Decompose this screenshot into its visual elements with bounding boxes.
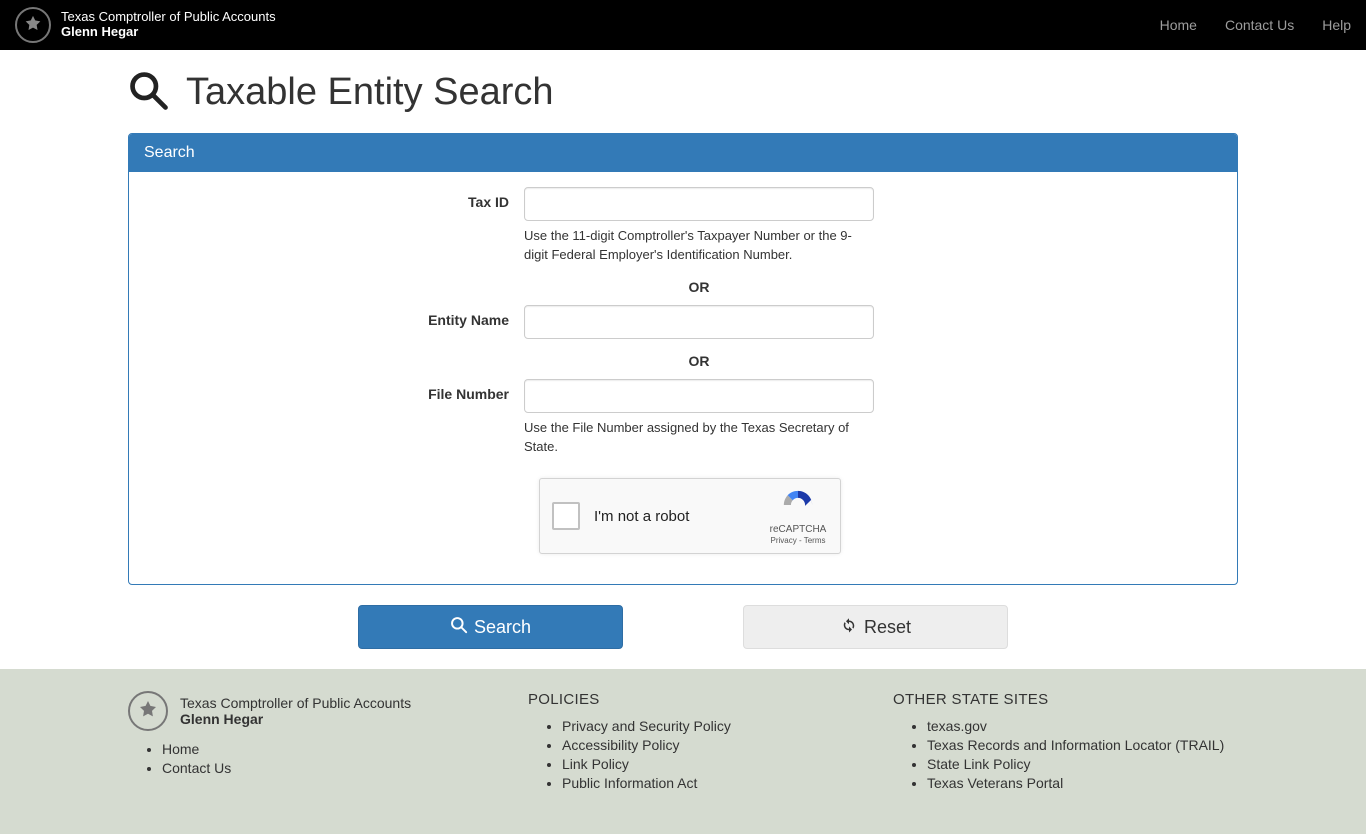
state-seal-icon — [15, 7, 51, 43]
nav-links: Home Contact Us Help — [1160, 17, 1351, 33]
nav-contact[interactable]: Contact Us — [1225, 17, 1294, 33]
nav-help[interactable]: Help — [1322, 17, 1351, 33]
official-name: Glenn Hegar — [61, 25, 276, 40]
button-row: Search Reset — [128, 605, 1238, 649]
page-title-row: Taxable Entity Search — [128, 50, 1238, 133]
label-entity-name: Entity Name — [144, 305, 524, 328]
reset-button-label: Reset — [864, 617, 911, 638]
brand[interactable]: Texas Comptroller of Public Accounts Gle… — [15, 7, 276, 43]
panel-body: Tax ID Use the 11-digit Comptroller's Ta… — [129, 172, 1237, 584]
panel-heading: Search — [129, 134, 1237, 172]
state-seal-icon — [128, 691, 168, 731]
reset-button[interactable]: Reset — [743, 605, 1008, 649]
footer-col-brand: Texas Comptroller of Public Accounts Gle… — [128, 691, 508, 794]
footer-policy-link[interactable]: Link Policy — [562, 756, 629, 772]
footer-other-link[interactable]: State Link Policy — [927, 756, 1031, 772]
footer-policy-link[interactable]: Accessibility Policy — [562, 737, 679, 753]
footer-org: Texas Comptroller of Public Accounts — [180, 695, 411, 711]
recaptcha-brand: reCAPTCHA — [768, 524, 828, 536]
footer-col-other: OTHER STATE SITES texas.gov Texas Record… — [893, 691, 1238, 794]
search-icon — [450, 616, 468, 639]
footer-policy-link[interactable]: Privacy and Security Policy — [562, 718, 731, 734]
recaptcha-widget: I'm not a robot reCAPTCHA Privacy - Term… — [539, 478, 841, 554]
footer: Texas Comptroller of Public Accounts Gle… — [0, 669, 1366, 834]
recaptcha-label: I'm not a robot — [594, 508, 754, 525]
footer-name: Glenn Hegar — [180, 711, 411, 727]
recaptcha-terms[interactable]: Privacy - Terms — [768, 536, 828, 546]
search-icon — [128, 70, 168, 115]
footer-link-contact[interactable]: Contact Us — [162, 760, 231, 776]
footer-link-home[interactable]: Home — [162, 741, 199, 757]
org-name: Texas Comptroller of Public Accounts — [61, 10, 276, 25]
footer-other-link[interactable]: Texas Records and Information Locator (T… — [927, 737, 1224, 753]
row-tax-id: Tax ID Use the 11-digit Comptroller's Ta… — [144, 187, 1222, 301]
footer-policies-title: POLICIES — [528, 691, 873, 708]
footer-policy-link[interactable]: Public Information Act — [562, 775, 697, 791]
top-navbar: Texas Comptroller of Public Accounts Gle… — [0, 0, 1366, 50]
row-file-number: File Number Use the File Number assigned… — [144, 379, 1222, 457]
footer-other-title: OTHER STATE SITES — [893, 691, 1238, 708]
nav-home[interactable]: Home — [1160, 17, 1197, 33]
separator-or-2: OR — [524, 353, 874, 369]
separator-or-1: OR — [524, 279, 874, 295]
search-button-label: Search — [474, 617, 531, 638]
recaptcha-logo: reCAPTCHA Privacy - Terms — [768, 488, 828, 546]
label-tax-id: Tax ID — [144, 187, 524, 210]
input-entity-name[interactable] — [524, 305, 874, 339]
footer-left-links: Home Contact Us — [128, 741, 508, 776]
input-tax-id[interactable] — [524, 187, 874, 221]
help-tax-id: Use the 11-digit Comptroller's Taxpayer … — [524, 227, 874, 265]
label-file-number: File Number — [144, 379, 524, 402]
footer-col-policies: POLICIES Privacy and Security Policy Acc… — [528, 691, 873, 794]
help-file-number: Use the File Number assigned by the Texa… — [524, 419, 874, 457]
search-panel: Search Tax ID Use the 11-digit Comptroll… — [128, 133, 1238, 585]
search-button[interactable]: Search — [358, 605, 623, 649]
brand-titles: Texas Comptroller of Public Accounts Gle… — [61, 10, 276, 40]
input-file-number[interactable] — [524, 379, 874, 413]
refresh-icon — [840, 616, 858, 639]
recaptcha-icon — [781, 488, 815, 522]
row-entity-name: Entity Name OR — [144, 305, 1222, 375]
footer-other-link[interactable]: Texas Veterans Portal — [927, 775, 1063, 791]
footer-other-link[interactable]: texas.gov — [927, 718, 987, 734]
recaptcha-checkbox[interactable] — [552, 502, 580, 530]
page-title: Taxable Entity Search — [186, 71, 554, 114]
